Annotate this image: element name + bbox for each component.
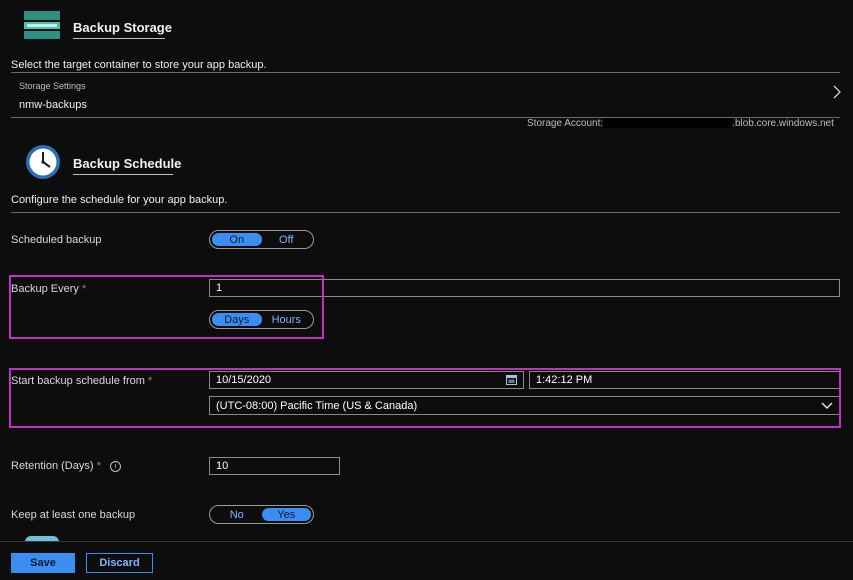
discard-button[interactable]: Discard xyxy=(86,553,153,573)
storage-section-title: Backup Storage xyxy=(73,20,172,35)
save-button[interactable]: Save xyxy=(11,553,75,573)
storage-icon xyxy=(24,11,60,39)
storage-settings-label: Storage Settings xyxy=(19,81,86,91)
storage-account-label: Storage Account: xyxy=(527,118,604,129)
highlight-box-backup-every xyxy=(9,275,324,339)
storage-divider-top xyxy=(11,72,840,73)
scheduled-backup-off-option[interactable]: Off xyxy=(262,233,312,246)
schedule-section-title: Backup Schedule xyxy=(73,156,182,171)
footer-divider xyxy=(0,541,853,542)
scheduled-backup-on-option[interactable]: On xyxy=(212,233,262,246)
keep-one-label: Keep at least one backup xyxy=(11,509,136,521)
info-icon[interactable]: i xyxy=(109,460,121,472)
storage-container-value: nmw-backups xyxy=(19,99,87,111)
keep-one-toggle[interactable]: No Yes xyxy=(209,505,314,524)
schedule-divider xyxy=(11,212,840,213)
required-mark: * xyxy=(96,460,101,472)
retention-label-text: Retention (Days) xyxy=(11,460,94,472)
schedule-description: Configure the schedule for your app back… xyxy=(11,194,228,206)
retention-label: Retention (Days) * i xyxy=(11,460,121,472)
keep-one-yes-option[interactable]: Yes xyxy=(261,508,311,521)
scheduled-backup-label: Scheduled backup xyxy=(11,234,102,246)
retention-input[interactable]: 10 xyxy=(209,457,340,475)
storage-settings-row[interactable]: Storage Settings nmw-backups xyxy=(11,74,846,116)
chevron-right-icon xyxy=(833,85,841,102)
schedule-title-underline xyxy=(73,174,173,175)
highlight-box-start-from xyxy=(9,368,841,428)
storage-account-line: Storage Account: .blob.core.windows.net xyxy=(527,118,834,129)
storage-title-underline xyxy=(73,38,165,39)
clock-icon xyxy=(25,144,61,180)
scheduled-backup-toggle[interactable]: On Off xyxy=(209,230,314,249)
storage-description: Select the target container to store you… xyxy=(11,59,267,71)
storage-account-suffix: .blob.core.windows.net xyxy=(732,118,834,129)
keep-one-no-option[interactable]: No xyxy=(212,508,262,521)
storage-account-redacted xyxy=(603,118,733,129)
